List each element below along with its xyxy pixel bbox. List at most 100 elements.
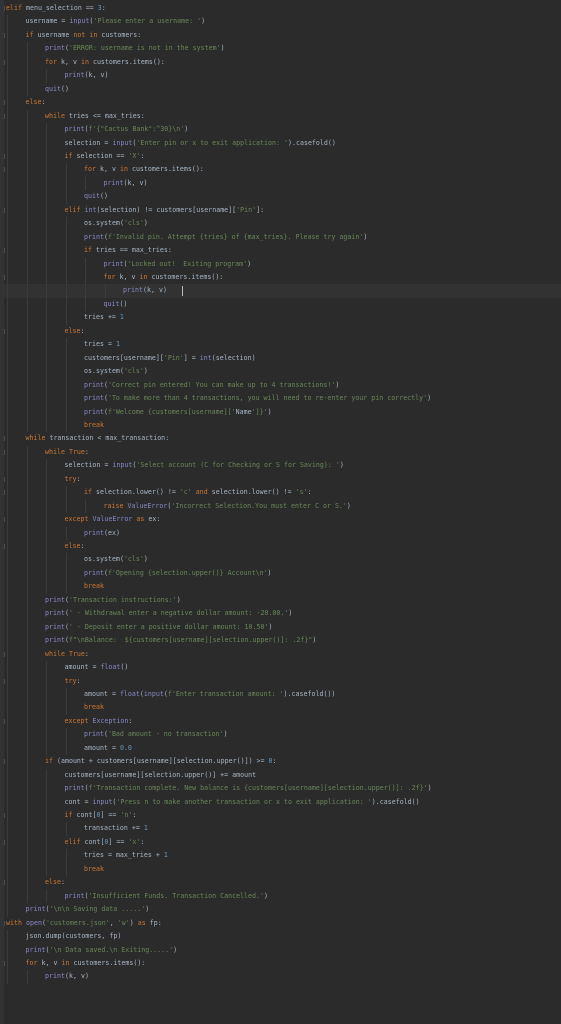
code-line[interactable]: while tries <= max_tries:: [45, 110, 145, 123]
code-line[interactable]: os.system('cls'): [84, 365, 148, 378]
code-line[interactable]: for k, v in customers.items():: [84, 163, 204, 176]
fold-marker-icon[interactable]: [0, 275, 5, 280]
code-line[interactable]: except Exception:: [65, 715, 133, 728]
code-line[interactable]: elif menu_selection == 3:: [6, 2, 106, 15]
code-line[interactable]: if cont[0] == 'n':: [65, 809, 137, 822]
code-line[interactable]: while True:: [45, 446, 89, 459]
code-line[interactable]: break: [84, 701, 104, 714]
code-line[interactable]: print('Locked out! Exiting program'): [104, 258, 252, 271]
code-line[interactable]: print(k, v): [104, 177, 148, 190]
code-line[interactable]: print('ERROR: username is not in the sys…: [45, 42, 225, 55]
fold-marker-icon[interactable]: [0, 100, 5, 106]
code-line[interactable]: break: [84, 863, 104, 876]
fold-marker-icon[interactable]: [0, 490, 5, 496]
code-line[interactable]: with open('customers.json', 'w') as fp:: [6, 917, 162, 930]
fold-marker-icon[interactable]: [0, 328, 5, 334]
code-line[interactable]: else:: [45, 876, 65, 889]
fold-marker-icon[interactable]: [0, 678, 5, 684]
code-line[interactable]: customers[username][selection.upper()] +…: [65, 769, 257, 782]
code-line[interactable]: if selection == 'X':: [65, 150, 145, 163]
code-line[interactable]: print(' - Withdrawal enter a negative do…: [45, 607, 292, 620]
code-line[interactable]: break: [84, 419, 104, 432]
code-line[interactable]: print(f'Transaction complete. New balanc…: [65, 782, 432, 795]
code-line[interactable]: print('Bad amount - no transaction'): [84, 728, 228, 741]
code-line[interactable]: amount = float(input(f'Enter transaction…: [84, 688, 335, 701]
code-line[interactable]: else:: [65, 540, 85, 553]
code-line[interactable]: break: [84, 580, 104, 593]
fold-marker-icon[interactable]: [0, 6, 5, 11]
code-line[interactable]: quit(): [104, 298, 128, 311]
code-line[interactable]: print(f'{"Cactus Bank":^30}\n'): [65, 123, 189, 136]
code-line[interactable]: elif cont[0] == 'x':: [65, 836, 145, 849]
code-line[interactable]: tries = 1: [84, 338, 120, 351]
code-line[interactable]: amount = 0.0: [84, 742, 132, 755]
code-line[interactable]: while transaction < max_transaction:: [26, 432, 170, 445]
code-line[interactable]: os.system('cls'): [84, 553, 148, 566]
fold-marker-icon[interactable]: [0, 920, 5, 926]
code-line[interactable]: print('\n Data saved.\n Exiting.....'): [26, 944, 178, 957]
code-line[interactable]: for k, v in customers.items():: [45, 56, 165, 69]
code-line[interactable]: if username not in customers:: [26, 29, 142, 42]
code-line[interactable]: username = input('Please enter a usernam…: [26, 15, 206, 28]
fold-marker-icon[interactable]: [0, 651, 5, 657]
code-line[interactable]: if (amount + customers[username][selecti…: [45, 755, 277, 768]
code-line[interactable]: if selection.lower() != 'c' and selectio…: [84, 486, 312, 499]
code-line[interactable]: try:: [65, 473, 81, 486]
fold-marker-icon[interactable]: [0, 718, 5, 724]
code-line[interactable]: if tries == max_tries:: [84, 244, 172, 257]
code-line[interactable]: print(f'Welcome {customers[username]['Na…: [84, 406, 272, 419]
code-line[interactable]: print('Correct pin entered! You can make…: [84, 379, 339, 392]
code-line[interactable]: for k, v in customers.items():: [26, 957, 146, 970]
code-line[interactable]: amount = float(): [65, 661, 129, 674]
code-line[interactable]: transaction += 1: [84, 822, 148, 835]
fold-marker-icon[interactable]: [0, 960, 5, 966]
code-line[interactable]: else:: [65, 325, 85, 338]
editor-gutter[interactable]: [0, 0, 5, 1024]
code-line[interactable]: print('Insufficient Funds. Transaction C…: [65, 890, 269, 903]
code-line[interactable]: else:: [26, 96, 46, 109]
code-line[interactable]: raise ValueError('Incorrect Selection.Yo…: [104, 500, 351, 513]
code-line[interactable]: json.dump(customers, fp): [26, 930, 122, 943]
fold-marker-icon[interactable]: [0, 153, 5, 159]
fold-marker-icon[interactable]: [0, 880, 5, 886]
code-line[interactable]: selection = input('Enter pin or x to exi…: [65, 137, 336, 150]
fold-marker-icon[interactable]: [0, 436, 5, 442]
fold-marker-icon[interactable]: [0, 813, 5, 818]
code-line[interactable]: print(k, v): [65, 69, 109, 82]
code-line[interactable]: print(f'Invalid pin. Attempt {tries} of …: [84, 231, 367, 244]
fold-marker-icon[interactable]: [0, 759, 5, 765]
fold-marker-icon[interactable]: [0, 32, 5, 38]
code-line[interactable]: print('\n\n Saving data .....'): [26, 903, 150, 916]
fold-marker-icon[interactable]: [0, 517, 5, 523]
code-line[interactable]: for k, v in customers.items():: [104, 271, 224, 284]
code-line[interactable]: cont = input('Press n to make another tr…: [65, 796, 420, 809]
code-line[interactable]: quit(): [84, 190, 108, 203]
code-line[interactable]: print(ex): [84, 527, 120, 540]
code-line[interactable]: except ValueError as ex:: [65, 513, 161, 526]
code-line[interactable]: while True:: [45, 648, 89, 661]
code-line[interactable]: os.system('cls'): [84, 217, 148, 230]
code-line[interactable]: print('Transaction instructions:'): [45, 594, 181, 607]
code-editor[interactable]: elif menu_selection == 3: username = inpu…: [0, 0, 561, 1024]
fold-marker-icon[interactable]: [0, 113, 5, 119]
code-line[interactable]: selection = input('Select account (C for…: [65, 459, 344, 472]
code-line[interactable]: customers[username]['Pin'] = int(selecti…: [84, 352, 256, 365]
code-line[interactable]: print('To make more than 4 transactions,…: [84, 392, 431, 405]
code-line[interactable]: print(f'Opening {selection.upper()} Acco…: [84, 567, 272, 580]
fold-marker-icon[interactable]: [0, 476, 5, 482]
code-line[interactable]: elif int(selection) != customers[usernam…: [65, 204, 265, 217]
fold-marker-icon[interactable]: [0, 248, 5, 254]
code-line[interactable]: print(' - Deposit enter a positive dolla…: [45, 621, 272, 634]
fold-marker-icon[interactable]: [0, 207, 5, 213]
fold-marker-icon[interactable]: [0, 449, 5, 455]
code-line[interactable]: print(k, v): [45, 970, 89, 983]
fold-marker-icon[interactable]: [0, 839, 5, 845]
fold-marker-icon[interactable]: [0, 167, 5, 173]
fold-marker-icon[interactable]: [0, 59, 5, 65]
code-line[interactable]: tries += 1: [84, 311, 124, 324]
fold-marker-icon[interactable]: [0, 544, 5, 549]
code-line[interactable]: print(k, v): [123, 284, 167, 297]
code-line[interactable]: try:: [65, 675, 81, 688]
code-line[interactable]: print(f"\nBalance: ${customers[username]…: [45, 634, 316, 647]
code-line[interactable]: quit(): [45, 83, 69, 96]
